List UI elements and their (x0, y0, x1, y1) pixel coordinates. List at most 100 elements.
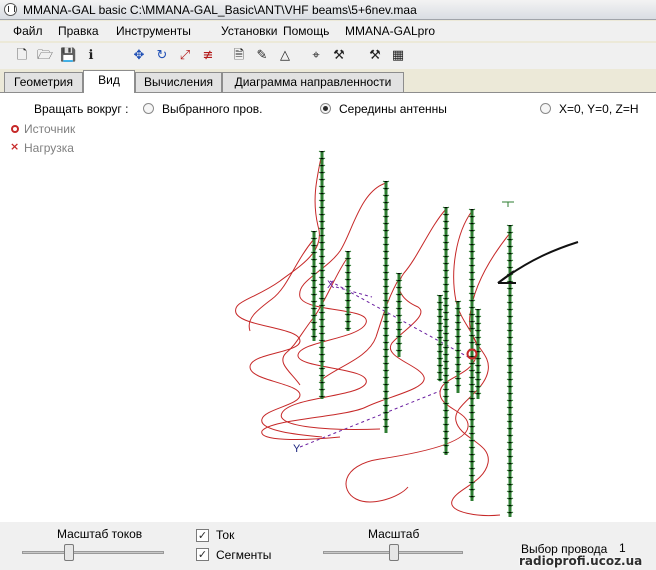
segment-tick (310, 286, 318, 290)
segment-tick (318, 241, 326, 245)
segment-tick (506, 301, 514, 305)
segment-tick (442, 311, 450, 315)
segment-tick (454, 314, 462, 318)
segment-tick (318, 332, 326, 336)
segment-tick (436, 336, 444, 340)
segment-tick (474, 322, 482, 326)
segment-tick (506, 224, 514, 228)
segment-tick (318, 227, 326, 231)
tools-icon-2[interactable]: ⚒ (367, 48, 383, 64)
target-icon[interactable]: ⌖ (308, 48, 324, 64)
menu-help[interactable]: Помощь (283, 24, 329, 38)
segment-tick (382, 390, 390, 394)
segment-tick (474, 336, 482, 340)
segment-tick (468, 341, 476, 345)
tab-geometry[interactable]: Геометрия (4, 72, 83, 92)
scale-icon[interactable]: ⤢ (177, 48, 193, 64)
current-scale-label: Масштаб токов (57, 527, 143, 541)
segment-tick (318, 353, 326, 357)
tab-calculations[interactable]: Вычисления (135, 72, 222, 92)
triangle-icon[interactable]: △ (277, 48, 293, 64)
segment-tick (442, 430, 450, 434)
segment-tick (468, 432, 476, 436)
segment-tick (506, 336, 514, 340)
wire-select-value[interactable]: 1 (619, 541, 626, 555)
view-panel: Вращать вокруг : Выбранного пров. Середи… (0, 92, 656, 522)
info-icon[interactable]: ℹ (83, 48, 99, 64)
segment-tick (442, 276, 450, 280)
segment-tick (395, 328, 403, 332)
tab-view[interactable]: Вид (83, 70, 135, 93)
segment-tick (318, 290, 326, 294)
segment-tick (506, 497, 514, 501)
segment-tick (468, 369, 476, 373)
segment-tick (344, 285, 352, 289)
segment-tick (344, 299, 352, 303)
rotate-icon[interactable]: ↻ (154, 48, 170, 64)
segment-tick (395, 342, 403, 346)
calculator-icon[interactable]: ▦ (390, 48, 406, 64)
segment-tick (442, 437, 450, 441)
segment-tick (318, 185, 326, 189)
segment-tick (310, 279, 318, 283)
current-scale-thumb[interactable] (64, 544, 74, 561)
segment-tick (318, 199, 326, 203)
segment-tick (506, 427, 514, 431)
wire-edit-icon[interactable]: ≢ (200, 48, 216, 64)
menu-edit[interactable]: Правка (58, 24, 99, 38)
save-disk-icon[interactable]: 💾 (60, 48, 76, 64)
segment-tick (506, 392, 514, 396)
segment-tick (344, 278, 352, 282)
antenna-3d-view[interactable]: X Y (0, 93, 656, 523)
tools-icon[interactable]: ⚒ (331, 48, 347, 64)
scale-thumb[interactable] (389, 544, 399, 561)
segment-tick (442, 353, 450, 357)
segment-tick (468, 446, 476, 450)
current-curves (235, 152, 511, 516)
segment-tick (310, 258, 318, 262)
menu-settings[interactable]: Установки (221, 24, 277, 38)
move-arrows-icon[interactable]: ✥ (131, 48, 147, 64)
edit-pencil-icon[interactable]: ✎ (254, 48, 270, 64)
segment-tick (318, 381, 326, 385)
open-folder-icon[interactable]: 🗁 (37, 48, 53, 64)
segment-tick (442, 388, 450, 392)
segment-tick (436, 329, 444, 333)
segment-tick (318, 262, 326, 266)
segment-tick (382, 201, 390, 205)
segment-tick (506, 231, 514, 235)
segment-tick (506, 399, 514, 403)
segment-tick (382, 215, 390, 219)
menu-file[interactable]: Файл (13, 24, 43, 38)
wires[interactable] (312, 153, 512, 517)
segment-tick (382, 376, 390, 380)
segment-tick (310, 300, 318, 304)
segment-tick (474, 329, 482, 333)
tab-radiation-pattern[interactable]: Диаграмма направленности (222, 72, 404, 92)
segment-tick (468, 285, 476, 289)
segment-tick (382, 313, 390, 317)
tok-checkbox[interactable]: ✓ (196, 529, 209, 542)
segment-tick (442, 318, 450, 322)
segment-tick (474, 385, 482, 389)
segment-tick (442, 332, 450, 336)
segment-tick (382, 425, 390, 429)
segment-tick (382, 348, 390, 352)
segment-tick (442, 269, 450, 273)
current-scale-track[interactable] (22, 551, 164, 554)
segment-tick (468, 208, 476, 212)
segment-tick (382, 306, 390, 310)
segments-checkbox[interactable]: ✓ (196, 548, 209, 561)
segment-tick (468, 278, 476, 282)
segment-tick (382, 362, 390, 366)
document-icon[interactable]: 🗎 (231, 48, 247, 64)
segment-tick (382, 341, 390, 345)
segment-tick (436, 343, 444, 347)
segment-tick (310, 328, 318, 332)
new-file-icon[interactable]: 🗋 (14, 48, 30, 64)
segment-tick (468, 495, 476, 499)
segment-tick (310, 244, 318, 248)
segment-tick (474, 364, 482, 368)
menu-mmana-galpro[interactable]: MMANA-GALpro (345, 24, 435, 38)
menu-tools[interactable]: Инструменты (116, 24, 191, 38)
